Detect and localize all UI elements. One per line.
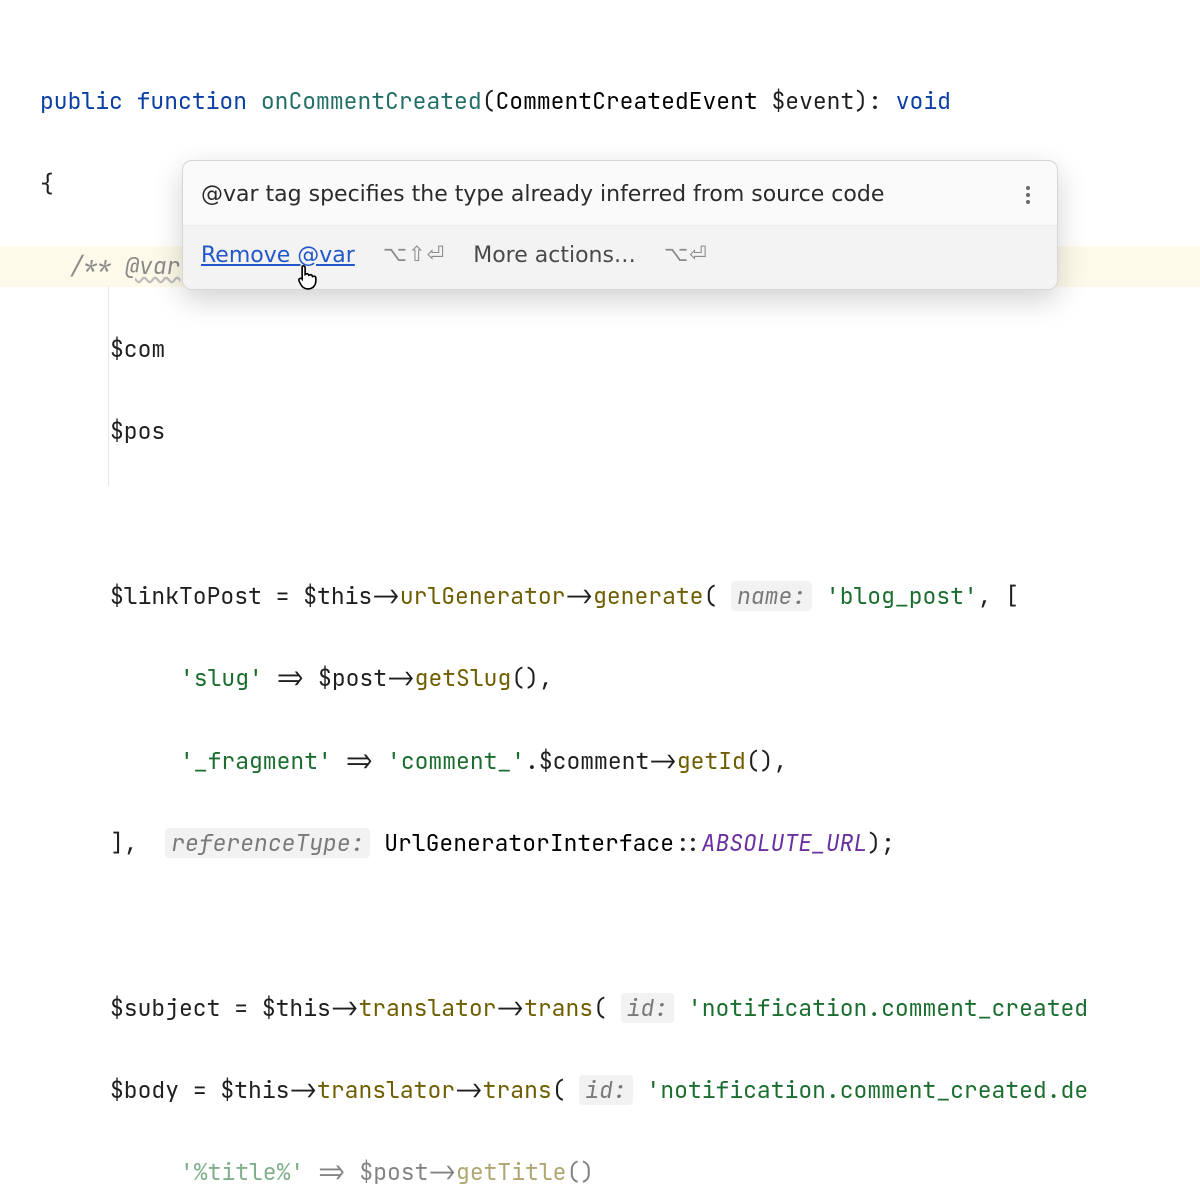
code-line: $subject = $this->translator->trans( id:… (40, 988, 1200, 1029)
popup-header: @var tag specifies the type already infe… (183, 161, 1057, 225)
popup-actions: Remove @var ⌥⇧⏎ More actions… ⌥⏎ (183, 225, 1057, 290)
code-line (40, 905, 1200, 946)
type: CommentCreatedEvent (495, 86, 757, 116)
inspection-popup: @var tag specifies the type already infe… (182, 160, 1058, 290)
keyword: function (137, 86, 247, 116)
more-actions-link[interactable]: More actions… (473, 236, 636, 276)
shortcut-hint: ⌥⇧⏎ (383, 236, 445, 274)
code-line: $pos (40, 411, 1200, 452)
code-line: '%title%' => $post->getTitle() (40, 1152, 1200, 1193)
indent-guide (108, 286, 109, 486)
doc-tag: @var (125, 251, 180, 281)
code-line: public function onCommentCreated(Comment… (40, 81, 1200, 122)
code-line: $linkToPost = $this->urlGenerator->gener… (40, 576, 1200, 617)
keyword: void (896, 86, 951, 116)
code-line: 'slug' => $post->getSlug(), (40, 658, 1200, 699)
inlay-hint: id: (621, 993, 674, 1023)
function-name: onCommentCreated (261, 86, 482, 116)
code-line (40, 493, 1200, 534)
keyword: public (40, 86, 123, 116)
code-line: $body = $this->translator->trans( id: 'n… (40, 1070, 1200, 1111)
code-line: '_fragment' => 'comment_'.$comment->getI… (40, 741, 1200, 782)
inlay-hint: referenceType: (165, 828, 370, 858)
variable: $event (771, 86, 854, 116)
inlay-hint: id: (579, 1075, 632, 1105)
inlay-hint: name: (731, 581, 812, 611)
shortcut-hint: ⌥⏎ (664, 236, 708, 274)
remove-var-action[interactable]: Remove @var (201, 236, 355, 276)
code-line: ], referenceType: UrlGeneratorInterface:… (40, 823, 1200, 864)
inspection-message: @var tag specifies the type already infe… (201, 175, 1017, 215)
code-line: $com (40, 329, 1200, 370)
more-options-icon[interactable] (1017, 184, 1039, 206)
